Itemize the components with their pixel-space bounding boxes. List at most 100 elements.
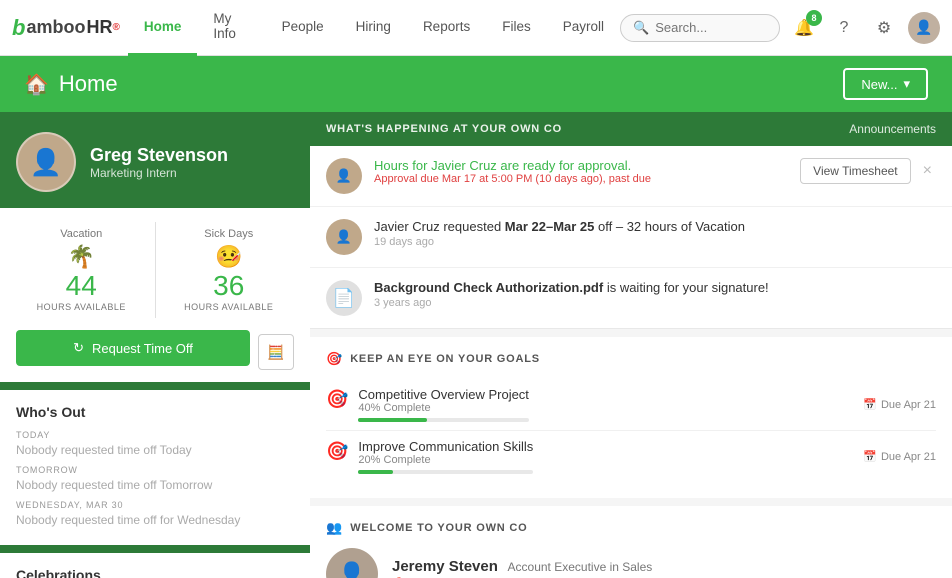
ann-text: Javier Cruz requested Mar 22–Mar 25 off …	[374, 219, 936, 234]
announcements-section-label: WHAT'S HAPPENING AT YOUR OWN CO	[326, 123, 562, 135]
welcome-label: WELCOME TO YOUR OWN CO	[350, 522, 527, 534]
time-off-divider	[155, 222, 156, 318]
goal-target-icon: 🎯	[326, 441, 348, 462]
ann-bold-text: Background Check Authorization.pdf	[374, 280, 603, 295]
ann-content: Background Check Authorization.pdf is wa…	[374, 280, 936, 309]
nav-item-files[interactable]: Files	[486, 0, 547, 56]
document-icon: 📄	[326, 280, 362, 316]
ann-post-text: is waiting for your signature!	[603, 280, 768, 295]
time-off-section: Vacation 🌴 44 HOURS AVAILABLE Sick Days …	[0, 208, 310, 382]
target-icon: 🎯	[326, 351, 342, 367]
progress-fill	[358, 418, 426, 422]
ann-post-text: off – 32 hours of Vacation	[594, 219, 745, 234]
settings-button[interactable]: ⚙	[868, 12, 900, 44]
vacation-card: Vacation 🌴 44 HOURS AVAILABLE	[16, 222, 147, 318]
home-icon: 🏠	[24, 72, 49, 97]
announcement-item: 📄 Background Check Authorization.pdf is …	[310, 268, 952, 328]
goal-target-icon: 🎯	[326, 389, 348, 410]
nav-right: 🔍 🔔 8 ? ⚙ 👤	[620, 12, 940, 44]
notification-badge: 8	[806, 10, 822, 26]
new-button-label: New...	[861, 77, 897, 92]
right-panel: WHAT'S HAPPENING AT YOUR OWN CO Announce…	[310, 112, 952, 578]
search-input[interactable]	[655, 20, 775, 35]
gear-icon: ⚙	[877, 18, 891, 38]
whos-out-section: Who's Out TODAY Nobody requested time of…	[0, 390, 310, 545]
goal-due: 📅 Due Apr 21	[863, 439, 936, 474]
sick-card: Sick Days 🤒 36 HOURS AVAILABLE	[164, 222, 295, 318]
profile-avatar-icon: 👤	[30, 147, 62, 178]
question-icon: ?	[840, 19, 849, 37]
goal-item: 🎯 Improve Communication Skills 20% Compl…	[326, 431, 936, 482]
tomorrow-label: TOMORROW	[16, 465, 294, 475]
goal-pct: 40% Complete	[358, 402, 529, 414]
new-button[interactable]: New... ▾	[843, 68, 928, 100]
goals-section: 🎯 KEEP AN EYE ON YOUR GOALS 🎯 Competitiv…	[310, 337, 952, 498]
nav-item-payroll[interactable]: Payroll	[547, 0, 620, 56]
welcome-header: 👥 WELCOME TO YOUR OWN CO	[326, 520, 936, 536]
ann-content: Javier Cruz requested Mar 22–Mar 25 off …	[374, 219, 936, 248]
ann-title: Hours for Javier Cruz are ready for appr…	[374, 158, 788, 173]
welcome-info: Jeremy Steven Account Executive in Sales…	[392, 558, 652, 578]
nav-item-reports[interactable]: Reports	[407, 0, 486, 56]
wednesday-label: WEDNESDAY, MAR 30	[16, 500, 294, 510]
welcome-name-row: Jeremy Steven Account Executive in Sales	[392, 558, 652, 575]
logo-leaf-icon: b	[12, 15, 25, 41]
sick-icon: 🤒	[164, 244, 295, 270]
goal-left: 🎯 Competitive Overview Project 40% Compl…	[326, 387, 529, 422]
ann-pre-text: Javier Cruz requested	[374, 219, 505, 234]
page-title-area: 🏠 Home	[24, 71, 118, 97]
celebrations-section: Celebrations JR John Ryan Apr 1 · 7th An…	[0, 553, 310, 578]
ann-time: 3 years ago	[374, 297, 936, 309]
profile-name: Greg Stevenson	[90, 145, 228, 166]
search-box[interactable]: 🔍	[620, 14, 780, 42]
vacation-sub: HOURS AVAILABLE	[16, 302, 147, 312]
view-timesheet-button[interactable]: View Timesheet	[800, 158, 911, 184]
goal-due-text: Due Apr 21	[881, 399, 936, 411]
nav-item-hiring[interactable]: Hiring	[340, 0, 407, 56]
avatar-icon: 👤	[915, 19, 932, 36]
welcome-avatar: 👤	[326, 548, 378, 578]
close-button[interactable]: ×	[919, 160, 936, 182]
announcement-item: 👤 Hours for Javier Cruz are ready for ap…	[310, 146, 952, 207]
request-btn-label: Request Time Off	[92, 341, 193, 356]
refresh-icon: ↻	[73, 340, 84, 356]
profile-avatar: 👤	[16, 132, 76, 192]
progress-bar	[358, 470, 533, 474]
vacation-hours: 44	[16, 270, 147, 302]
nav-item-myinfo[interactable]: My Info	[197, 0, 265, 56]
ann-avatar: 👤	[326, 158, 362, 194]
announcements-link[interactable]: Announcements	[849, 122, 936, 136]
ann-text: Background Check Authorization.pdf is wa…	[374, 280, 936, 295]
today-label: TODAY	[16, 430, 294, 440]
logo: b amboo HR ®	[12, 15, 120, 41]
welcome-role: Account Executive in Sales	[508, 560, 653, 574]
logo-reg-icon: ®	[112, 22, 119, 33]
calculator-icon: 🧮	[267, 344, 284, 361]
goal-details: Competitive Overview Project 40% Complet…	[358, 387, 529, 422]
goal-name: Competitive Overview Project	[358, 387, 529, 402]
request-row: ↻ Request Time Off 🧮	[16, 330, 294, 374]
logo-hr-text: HR	[86, 17, 112, 38]
goal-row: 🎯 Competitive Overview Project 40% Compl…	[326, 387, 936, 422]
progress-fill	[358, 470, 393, 474]
help-button[interactable]: ?	[828, 12, 860, 44]
goal-due: 📅 Due Apr 21	[863, 387, 936, 422]
celebrations-title: Celebrations	[16, 567, 294, 578]
nav-item-home[interactable]: Home	[128, 0, 198, 56]
user-avatar[interactable]: 👤	[908, 12, 940, 44]
page-title: Home	[59, 71, 118, 97]
tomorrow-text: Nobody requested time off Tomorrow	[16, 478, 294, 492]
announcements-header: WHAT'S HAPPENING AT YOUR OWN CO Announce…	[310, 112, 952, 146]
sick-sub: HOURS AVAILABLE	[164, 302, 295, 312]
main-nav: Home My Info People Hiring Reports Files…	[128, 0, 620, 56]
goal-pct: 20% Complete	[358, 454, 533, 466]
request-time-off-button[interactable]: ↻ Request Time Off	[16, 330, 250, 366]
search-icon: 🔍	[633, 20, 649, 36]
ann-subtitle: Approval due Mar 17 at 5:00 PM (10 days …	[374, 173, 788, 185]
request-btn-wrap: ↻ Request Time Off	[16, 330, 250, 374]
calendar-icon: 📅	[863, 450, 877, 463]
notification-button[interactable]: 🔔 8	[788, 12, 820, 44]
announcement-item: 👤 Javier Cruz requested Mar 22–Mar 25 of…	[310, 207, 952, 268]
nav-item-people[interactable]: People	[266, 0, 340, 56]
calculator-button[interactable]: 🧮	[258, 334, 294, 370]
